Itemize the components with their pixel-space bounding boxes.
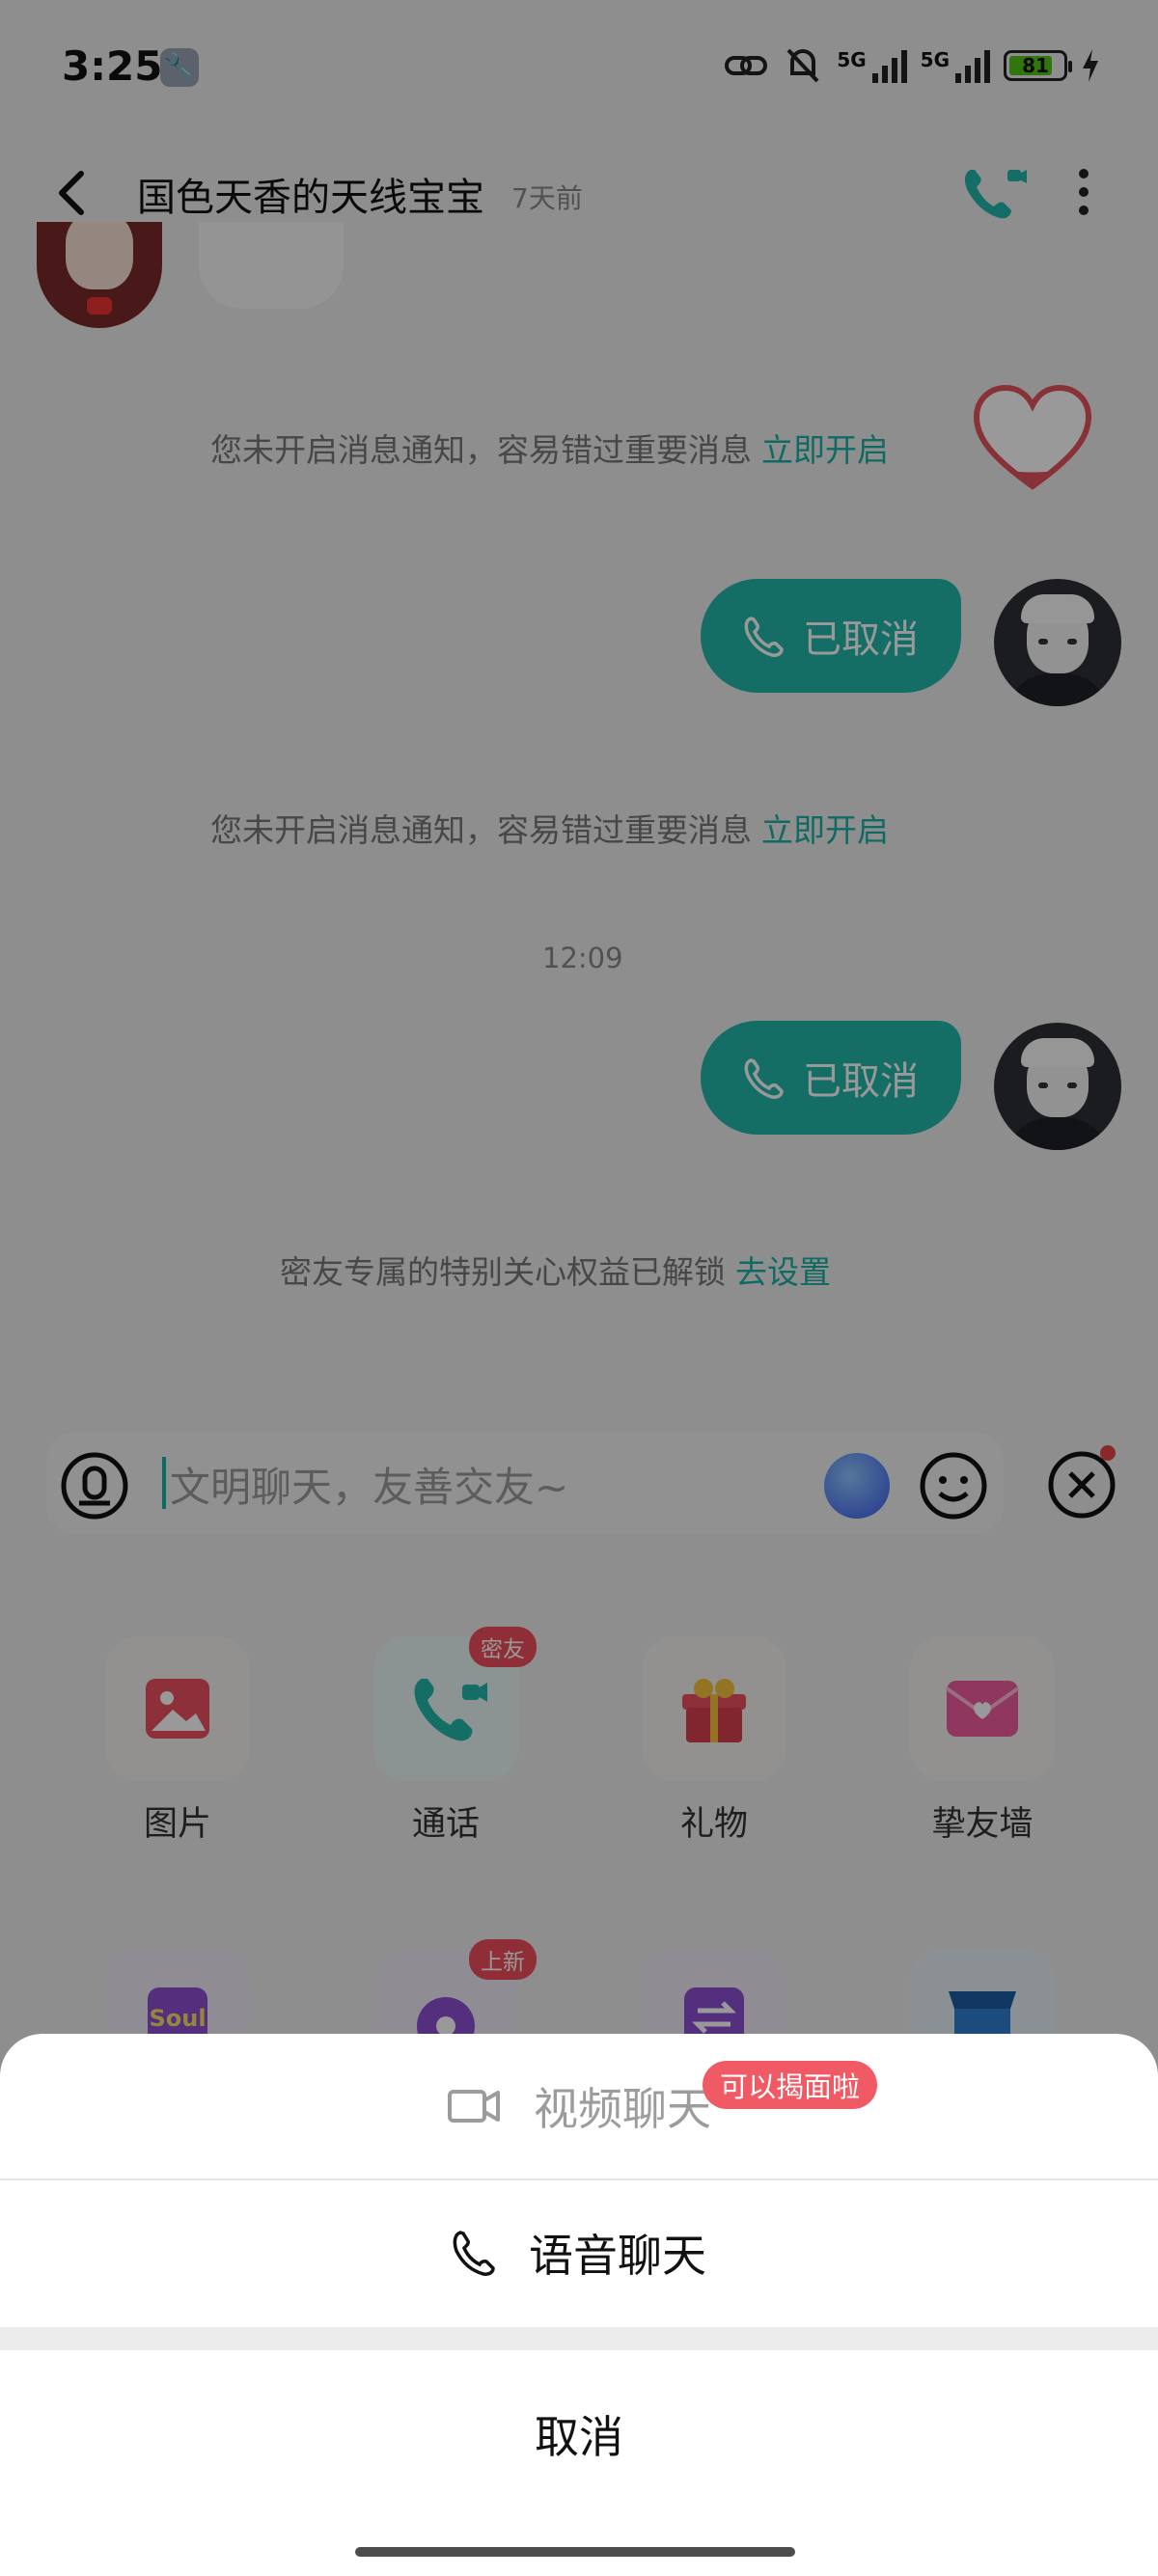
- cancel-button[interactable]: 取消: [0, 2362, 1158, 2507]
- home-indicator[interactable]: [355, 2547, 795, 2557]
- call-options-sheet: 视频聊天 可以揭面啦 语音聊天 取消: [0, 2034, 1158, 2576]
- voice-chat-label: 语音聊天: [529, 2230, 706, 2282]
- voice-chat-option[interactable]: 语音聊天: [0, 2180, 1158, 2325]
- video-camera-icon: [448, 2090, 500, 2123]
- cancel-label: 取消: [535, 2411, 623, 2463]
- phone-icon: [453, 2231, 495, 2276]
- section-gap: [0, 2327, 1158, 2350]
- video-chat-label: 视频聊天: [534, 2083, 711, 2135]
- video-chat-option[interactable]: 视频聊天: [0, 2034, 1158, 2179]
- reveal-badge: 可以揭面啦: [703, 2061, 878, 2109]
